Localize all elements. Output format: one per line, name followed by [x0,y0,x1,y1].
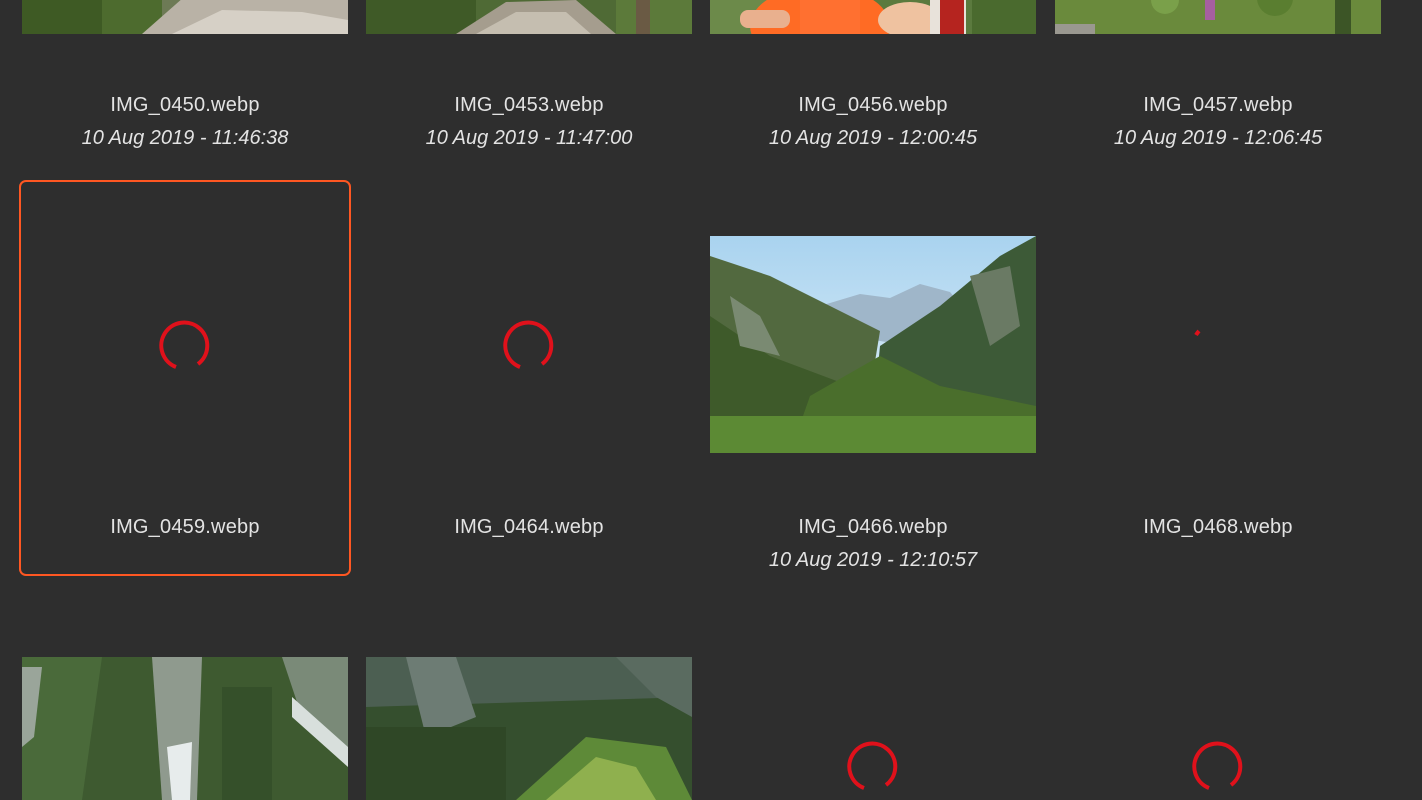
photo-cell-img-0450[interactable]: IMG_0450.webp 10 Aug 2019 - 11:46:38 [22,0,348,160]
loading-spinner-icon [1192,741,1243,790]
photo-cell[interactable] [710,604,1036,800]
loading-spinner-icon [847,741,898,790]
photo-cell[interactable] [366,604,692,800]
photo-cell-img-0453[interactable]: IMG_0453.webp 10 Aug 2019 - 11:47:00 [366,0,692,160]
photo-filename: IMG_0464.webp [454,516,604,538]
photo-date: 10 Aug 2019 - 12:00:45 [768,127,978,149]
photo-thumbnail [366,657,692,800]
photo-date: 10 Aug 2019 - 12:10:57 [768,549,978,571]
photo-filename: IMG_0457.webp [1143,94,1293,116]
photo-grid: IMG_0450.webp 10 Aug 2019 - 11:46:38 IMG… [0,0,1422,800]
photo-thumbnail [22,0,348,34]
loading-spinner-icon [159,320,210,369]
photo-thumbnail [366,0,692,34]
photo-cell-img-0457[interactable]: IMG_0457.webp 10 Aug 2019 - 12:06:45 [1055,0,1381,160]
photo-date: 10 Aug 2019 - 12:06:45 [1113,127,1323,149]
photo-filename: IMG_0466.webp [798,516,948,538]
photo-filename: IMG_0453.webp [454,94,604,116]
loading-spinner-icon [503,320,554,369]
photo-cell-img-0456[interactable]: IMG_0456.webp 10 Aug 2019 - 12:00:45 [710,0,1036,160]
photo-filename: IMG_0468.webp [1143,516,1293,538]
photo-thumbnail [710,0,1036,34]
photo-filename: IMG_0459.webp [110,516,260,538]
photo-date: 10 Aug 2019 - 11:47:00 [425,127,633,149]
photo-cell-img-0468[interactable]: IMG_0468.webp [1055,183,1381,573]
photo-cell-img-0466[interactable]: IMG_0466.webp 10 Aug 2019 - 12:10:57 [710,183,1036,573]
photo-date: 10 Aug 2019 - 11:46:38 [81,127,289,149]
photo-filename: IMG_0450.webp [110,94,260,116]
photo-cell-img-0464[interactable]: IMG_0464.webp [366,183,692,573]
loading-spinner-icon [1194,329,1201,337]
photo-cell[interactable] [1055,604,1381,800]
photo-thumbnail [710,236,1036,453]
photo-cell[interactable] [22,604,348,800]
photo-thumbnail [22,657,348,800]
photo-thumbnail [1055,0,1381,34]
photo-cell-img-0459[interactable]: IMG_0459.webp [19,180,351,576]
photo-filename: IMG_0456.webp [798,94,948,116]
